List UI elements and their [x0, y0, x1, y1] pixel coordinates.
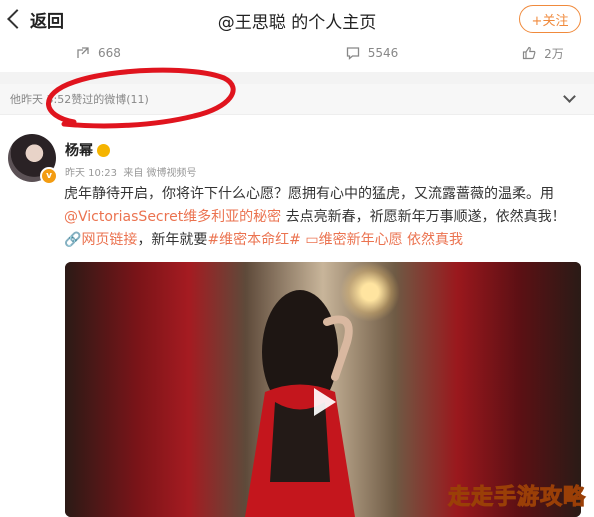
- video-link-icon: ▭: [305, 232, 319, 248]
- link-icon: 🔗: [64, 232, 82, 248]
- follow-button[interactable]: +关注: [519, 5, 581, 33]
- top-bar: 返回 @王思聪 的个人主页 +关注: [0, 0, 594, 38]
- comment-count: 5546: [367, 46, 399, 60]
- woman-figure: [245, 290, 355, 517]
- author-name-row[interactable]: 杨幂: [65, 140, 110, 160]
- post-source: 来自 微博视频号: [123, 168, 197, 179]
- post-text: 虎年静待开启，你将许下什么心愿？愿拥有心中的猛虎，又流露蔷薇的温柔。用 @Vic…: [64, 183, 584, 252]
- like-count: 2万: [544, 46, 564, 61]
- post-text-2: 去点亮新春，祈愿新年万事顺遂，依然真我！: [281, 209, 566, 225]
- comment-stat[interactable]: 5546: [262, 38, 482, 68]
- share-icon: [77, 47, 89, 58]
- watermark: 走走手游攻略: [447, 485, 586, 511]
- verified-badge-icon: v: [40, 167, 58, 185]
- web-link[interactable]: 🔗网页链接: [64, 232, 137, 248]
- thumb-up-icon: [523, 46, 536, 60]
- author-name[interactable]: 杨幂: [65, 140, 93, 160]
- page-title: @王思聪 的个人主页: [217, 13, 377, 33]
- web-link-label: 网页链接: [81, 232, 138, 248]
- play-icon[interactable]: [302, 382, 342, 422]
- post-time: 昨天 10:23: [65, 168, 117, 179]
- video-link[interactable]: ▭维密新年心愿 依然真我: [305, 232, 463, 248]
- post-text-1: 虎年静待开启，你将许下什么心愿？愿拥有心中的猛虎，又流露蔷薇的温柔。用: [64, 186, 554, 202]
- share-count: 668: [98, 46, 121, 60]
- post-meta: 昨天 10:23 来自 微博视频号: [65, 164, 197, 179]
- like-stat[interactable]: 2万: [482, 38, 594, 68]
- red-circle-annotation: [46, 67, 236, 129]
- mention-link[interactable]: @VictoriasSecret维多利亚的秘密: [64, 209, 281, 225]
- chevron-down-icon[interactable]: [563, 90, 576, 103]
- member-crown-icon: [97, 143, 110, 157]
- hashtag-link[interactable]: #维密本命红#: [207, 232, 300, 248]
- comment-icon: [346, 47, 359, 60]
- post-text-3: ，新年就要: [137, 232, 208, 248]
- video-link-label: 维密新年心愿 依然真我: [318, 232, 464, 248]
